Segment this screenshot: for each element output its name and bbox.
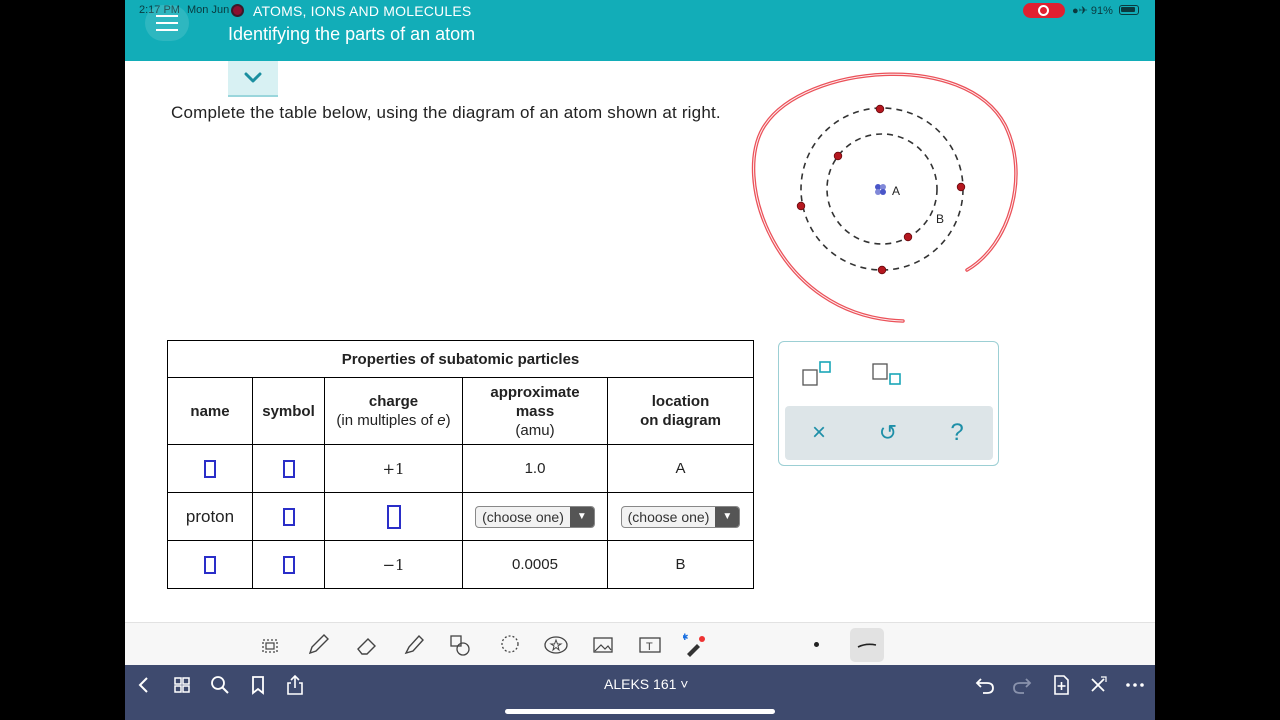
app-screen: 2:17 PM Mon Jun ATOMS, IONS AND MOLECULE… <box>125 0 1155 720</box>
header-charge: charge (in multiples of e) <box>324 377 463 445</box>
markup-toolbar: T ✱ <box>125 622 1155 665</box>
topic-title: Identifying the parts of an atom <box>228 24 476 44</box>
table-title: Properties of subatomic particles <box>167 340 754 378</box>
location-value: B <box>607 540 754 589</box>
eraser-icon[interactable] <box>354 632 380 658</box>
battery-icon <box>1119 5 1139 15</box>
svg-text:✱: ✱ <box>683 633 689 643</box>
shapes-icon[interactable] <box>447 632 473 658</box>
back-icon[interactable] <box>133 674 155 696</box>
symbol-input[interactable] <box>282 507 295 526</box>
help-button[interactable]: ? <box>942 418 972 448</box>
chevron-down-icon <box>244 72 262 83</box>
recording-indicator-icon <box>231 4 244 17</box>
name-input[interactable] <box>204 459 216 478</box>
battery-percent: ●✈ 91% <box>1072 5 1113 17</box>
more-options-icon[interactable] <box>1124 674 1146 696</box>
text-box-icon[interactable]: T <box>637 632 663 658</box>
document-title-dropdown[interactable]: ALEKS 161 ˅ <box>604 676 688 692</box>
section-title: ATOMS, IONS AND MOLECULES <box>253 3 472 19</box>
dropdown-arrow-icon: ▼ <box>569 506 594 527</box>
charge-value: −1 <box>324 540 463 589</box>
mass-dropdown[interactable]: (choose one) ▼ <box>475 505 595 528</box>
superscript-icon[interactable] <box>799 360 839 390</box>
status-date: Mon Jun <box>187 4 230 16</box>
electron <box>796 104 966 275</box>
mass-value: 1.0 <box>462 444 608 493</box>
bookmark-icon[interactable] <box>247 674 269 696</box>
name-value: proton <box>167 492 253 541</box>
charge-input[interactable] <box>386 504 401 529</box>
highlighter-icon[interactable] <box>401 632 427 658</box>
header-symbol: symbol <box>252 377 325 445</box>
menu-icon <box>156 15 178 17</box>
label-a: A <box>892 184 900 198</box>
mass-value: 0.0005 <box>462 540 608 589</box>
menu-button[interactable] <box>145 5 189 41</box>
nucleus-icon <box>875 184 886 195</box>
pen-icon[interactable] <box>305 632 331 658</box>
math-tool-panel: × ↺ ? <box>778 341 999 466</box>
label-b: B <box>936 212 944 226</box>
sticker-icon[interactable] <box>543 632 569 658</box>
svg-text:T: T <box>646 641 653 653</box>
table-row: +1 1.0 A <box>167 444 754 493</box>
symbol-input[interactable] <box>282 555 295 574</box>
dropdown-arrow-icon: ▼ <box>715 506 740 527</box>
share-icon[interactable] <box>284 674 306 696</box>
undo-icon[interactable] <box>974 674 996 696</box>
location-dropdown[interactable]: (choose one) ▼ <box>620 505 741 528</box>
symbol-input[interactable] <box>282 459 295 478</box>
header-name: name <box>167 377 253 445</box>
lasso-icon[interactable] <box>497 632 523 658</box>
atom-diagram: A B <box>751 72 1018 323</box>
pen-size-dot-icon[interactable] <box>814 642 819 647</box>
screen-record-icon[interactable] <box>1023 3 1065 18</box>
question-instruction: Complete the table below, using the diag… <box>171 103 721 122</box>
laser-pointer-icon[interactable]: ✱ <box>683 632 709 658</box>
clear-button[interactable]: × <box>804 418 834 448</box>
action-bar: × ↺ ? <box>785 406 993 460</box>
charge-value: +1 <box>324 444 463 493</box>
subatomic-particles-table: Properties of subatomic particles name s… <box>167 340 754 589</box>
header-bar: 2:17 PM Mon Jun ATOMS, IONS AND MOLECULE… <box>125 0 1155 61</box>
home-indicator[interactable] <box>505 709 775 714</box>
bottom-nav-bar: ALEKS 161 ˅ <box>125 665 1155 720</box>
header-mass: approximate mass (amu) <box>462 377 608 445</box>
close-markup-icon[interactable] <box>1087 674 1109 696</box>
add-page-icon[interactable] <box>1050 674 1072 696</box>
undo-button[interactable]: ↺ <box>873 418 903 448</box>
lasso-select-icon[interactable] <box>257 632 283 658</box>
subscript-icon[interactable] <box>869 360 909 390</box>
location-value: A <box>607 444 754 493</box>
header-location: location on diagram <box>607 377 754 445</box>
redo-icon[interactable] <box>1011 674 1033 696</box>
name-input[interactable] <box>204 555 216 574</box>
table-row: −1 0.0005 B <box>167 540 754 589</box>
search-icon[interactable] <box>209 674 231 696</box>
table-row: proton (choose one) ▼ (choose one) ▼ <box>167 492 754 541</box>
pen-style-icon[interactable] <box>850 628 884 662</box>
collapse-toggle-button[interactable] <box>228 61 278 97</box>
annotation-ink-stroke <box>751 72 1018 323</box>
image-icon[interactable] <box>590 632 616 658</box>
grid-icon[interactable] <box>171 674 193 696</box>
